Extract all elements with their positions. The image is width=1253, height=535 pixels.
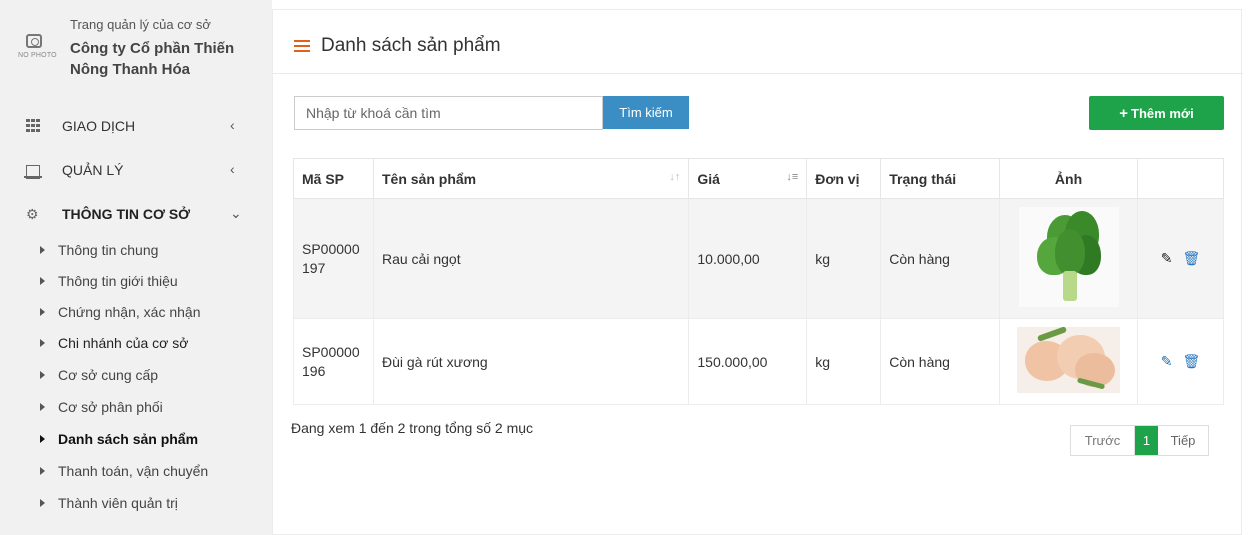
hamburger-icon[interactable] [294, 40, 310, 53]
cell-actions: ✎ 🗑 [1137, 198, 1224, 319]
sub-item-thong-tin-chung[interactable]: Thông tin chung [0, 236, 272, 268]
edit-icon[interactable]: ✎ [1161, 353, 1173, 370]
caret-right-icon [40, 277, 45, 285]
sub-item-label: Chứng nhận, xác nhận [58, 304, 201, 320]
trash-icon[interactable]: 🗑 [1182, 353, 1200, 370]
col-header-image: Ảnh [999, 158, 1139, 199]
menu-label: THÔNG TIN CƠ SỞ [62, 206, 191, 222]
table-row: SP00000 197 Rau cải ngọt 10.000,00 kg Còn… [293, 198, 1224, 319]
sub-item-danh-sach-san-pham[interactable]: Danh sách sản phẩm [0, 425, 272, 457]
menu-thong-tin-co-so[interactable]: ⚙ THÔNG TIN CƠ SỞ ⌄ [0, 195, 272, 235]
grid-icon [26, 119, 40, 133]
product-image-chicken [1017, 326, 1121, 393]
cell-price: 10.000,00 [688, 198, 808, 319]
sub-item-thong-tin-gioi-thieu[interactable]: Thông tin giới thiệu [0, 267, 272, 299]
col-header-price-label: Giá [697, 170, 720, 187]
pagination: Trước 1 Tiếp [1070, 425, 1209, 456]
org-subtitle: Trang quản lý của cơ sở [70, 17, 211, 32]
menu-giao-dich[interactable]: GIAO DỊCH ‹ [0, 107, 272, 147]
cell-code: SP00000 196 [293, 318, 374, 405]
panel-header: Danh sách sản phẩm [273, 10, 1243, 74]
sub-item-label: Thành viên quản trị [58, 495, 178, 511]
edit-icon[interactable]: ✎ [1161, 250, 1173, 267]
pagination-prev-button[interactable]: Trước [1071, 426, 1135, 455]
org-header: NO PHOTO Trang quản lý của cơ sở Công ty… [0, 0, 272, 110]
caret-right-icon [40, 371, 45, 379]
table-row: SP00000 196 Đùi gà rút xương 150.000,00 k… [293, 318, 1224, 405]
caret-right-icon [40, 435, 45, 443]
cell-image [999, 198, 1139, 319]
sub-item-thanh-vien[interactable]: Thành viên quản trị [0, 489, 272, 521]
col-header-actions [1137, 158, 1224, 199]
cell-actions: ✎ 🗑 [1137, 318, 1224, 405]
col-header-status: Trạng thái [880, 158, 1001, 199]
sub-item-label: Thông tin chung [58, 242, 159, 258]
search-button[interactable]: Tìm kiếm [603, 96, 689, 129]
add-new-label: Thêm mới [1131, 105, 1194, 121]
pagination-page-1[interactable]: 1 [1135, 426, 1158, 455]
no-photo-avatar: NO PHOTO [18, 34, 68, 74]
table-header-row: Mã SP Tên sản phẩm ↓↑ Giá ↓≡ Đơn vị Trạng … [293, 158, 1224, 199]
sub-item-label: Thông tin giới thiệu [58, 273, 178, 289]
add-new-button[interactable]: + Thêm mới [1089, 96, 1224, 130]
chevron-left-icon: ‹ [230, 161, 235, 177]
sub-item-chung-nhan[interactable]: Chứng nhận, xác nhận [0, 298, 272, 330]
menu-label: GIAO DỊCH [62, 118, 136, 134]
col-header-unit: Đơn vị [806, 158, 882, 199]
search-input[interactable] [294, 96, 603, 130]
sub-item-co-so-phan-phoi[interactable]: Cơ sở phân phối [0, 393, 272, 425]
cell-code: SP00000 197 [293, 198, 374, 319]
sidebar: NO PHOTO Trang quản lý của cơ sở Công ty… [0, 0, 272, 535]
cell-unit: kg [806, 318, 882, 405]
gears-icon: ⚙ [26, 206, 39, 222]
page-title: Danh sách sản phẩm [321, 35, 501, 56]
caret-right-icon [40, 467, 45, 475]
org-name: Công ty Cổ phần Thiến Nông Thanh Hóa [70, 40, 235, 78]
cell-image [999, 318, 1139, 405]
caret-right-icon [40, 499, 45, 507]
sort-ascending-icon[interactable]: ↓≡ [786, 171, 798, 183]
sub-item-co-so-cung-cap[interactable]: Cơ sở cung cấp [0, 361, 272, 393]
menu-quan-ly[interactable]: QUẢN LÝ ‹ [0, 151, 272, 191]
chevron-down-icon: ⌄ [230, 205, 242, 221]
product-image-greens [1018, 207, 1119, 307]
cell-status: Còn hàng [880, 318, 1001, 405]
cell-unit: kg [806, 198, 882, 319]
trash-icon[interactable]: 🗑 [1182, 250, 1200, 267]
cell-price: 150.000,00 [688, 318, 808, 405]
menu-label: QUẢN LÝ [62, 162, 124, 178]
chevron-left-icon: ‹ [230, 117, 235, 133]
sub-item-label: Cơ sở phân phối [58, 399, 163, 415]
pagination-next-button[interactable]: Tiếp [1158, 426, 1208, 455]
table-info-text: Đang xem 1 đến 2 trong tổng số 2 mục [291, 420, 534, 436]
col-header-price[interactable]: Giá ↓≡ [688, 158, 808, 199]
no-photo-label: NO PHOTO [18, 52, 57, 59]
camera-icon [26, 34, 42, 48]
product-table: Mã SP Tên sản phẩm ↓↑ Giá ↓≡ Đơn vị Trạng … [293, 158, 1224, 405]
cell-name: Đùi gà rút xương [372, 318, 690, 405]
col-header-name-label: Tên sản phẩm [381, 170, 477, 187]
cell-status: Còn hàng [880, 198, 1001, 319]
sub-item-label: Danh sách sản phẩm [58, 431, 199, 447]
sub-item-label: Thanh toán, vận chuyển [58, 463, 209, 479]
sub-item-thanh-toan[interactable]: Thanh toán, vận chuyển [0, 457, 272, 489]
caret-right-icon [40, 308, 45, 316]
sub-item-label: Chi nhánh của cơ sở [58, 335, 189, 351]
main-panel: Danh sách sản phẩm Tìm kiếm +Thêm mới Mã… [272, 9, 1243, 535]
sub-item-label: Cơ sở cung cấp [58, 367, 159, 383]
caret-right-icon [40, 339, 45, 347]
cell-name: Rau cải ngọt [372, 198, 690, 319]
laptop-icon [24, 165, 42, 179]
caret-right-icon [40, 403, 45, 411]
col-header-code: Mã SP [293, 158, 374, 199]
col-header-name[interactable]: Tên sản phẩm ↓↑ [372, 158, 690, 199]
plus-icon: + [1119, 104, 1129, 122]
caret-right-icon [40, 246, 45, 254]
sort-icon[interactable]: ↓↑ [669, 171, 680, 183]
sub-item-chi-nhanh[interactable]: Chi nhánh của cơ sở [0, 329, 272, 361]
